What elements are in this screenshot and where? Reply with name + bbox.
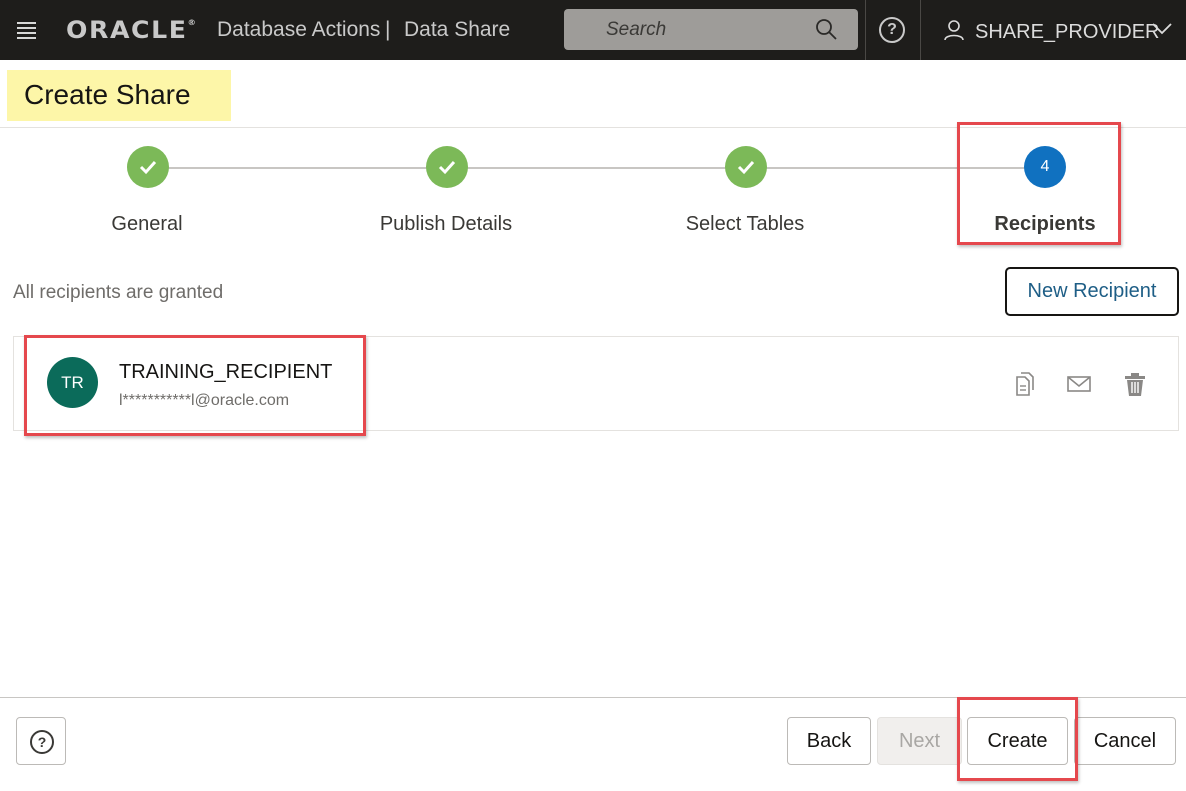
- create-button[interactable]: Create: [967, 717, 1068, 765]
- recipients-status-text: All recipients are granted: [13, 282, 224, 303]
- help-button[interactable]: ?: [16, 717, 66, 765]
- app-name: Database Actions: [217, 18, 381, 41]
- hamburger-menu-icon[interactable]: [17, 22, 36, 39]
- train-connector: [148, 167, 1045, 169]
- search-box: [564, 9, 858, 50]
- title-separator: |: [385, 18, 391, 41]
- module-name[interactable]: Data Share: [404, 18, 510, 42]
- avatar: TR: [47, 357, 98, 408]
- oracle-logo: ORACLE®: [66, 16, 196, 44]
- header-divider: [920, 0, 921, 60]
- chevron-down-icon: [1152, 23, 1172, 35]
- step-label-general[interactable]: General: [47, 213, 247, 236]
- search-input[interactable]: [564, 9, 804, 50]
- trash-icon[interactable]: [1122, 371, 1148, 397]
- page-title: Create Share: [7, 70, 231, 121]
- step-select-tables-check-icon[interactable]: [725, 146, 767, 188]
- user-icon: [944, 20, 964, 41]
- divider: [0, 127, 1186, 128]
- list-item[interactable]: TR TRAINING_RECIPIENT l***********l@orac…: [14, 337, 1178, 430]
- step-label-publish-details[interactable]: Publish Details: [346, 213, 546, 236]
- search-icon[interactable]: [814, 17, 838, 41]
- step-general-check-icon[interactable]: [127, 146, 169, 188]
- back-button[interactable]: Back: [787, 717, 871, 765]
- mail-icon[interactable]: [1066, 371, 1092, 397]
- cancel-button[interactable]: Cancel: [1074, 717, 1176, 765]
- header-divider: [865, 0, 866, 60]
- step-label-recipients[interactable]: Recipients: [945, 213, 1145, 236]
- new-recipient-button[interactable]: New Recipient: [1005, 267, 1179, 316]
- user-name: SHARE_PROVIDER: [975, 21, 1160, 43]
- footer-divider: [0, 697, 1186, 698]
- top-header: ORACLE® Database Actions | Data Share ? …: [0, 0, 1186, 60]
- recipient-email: l***********l@oracle.com: [119, 392, 290, 409]
- help-icon[interactable]: ?: [879, 17, 905, 43]
- help-icon: ?: [30, 730, 54, 754]
- step-recipients-number[interactable]: 4: [1024, 146, 1066, 188]
- step-publish-details-check-icon[interactable]: [426, 146, 468, 188]
- copy-icon[interactable]: [1010, 371, 1036, 397]
- next-button[interactable]: Next: [877, 717, 962, 765]
- step-label-select-tables[interactable]: Select Tables: [645, 213, 845, 236]
- recipients-list: TR TRAINING_RECIPIENT l***********l@orac…: [13, 336, 1179, 431]
- recipient-name: TRAINING_RECIPIENT: [119, 361, 333, 383]
